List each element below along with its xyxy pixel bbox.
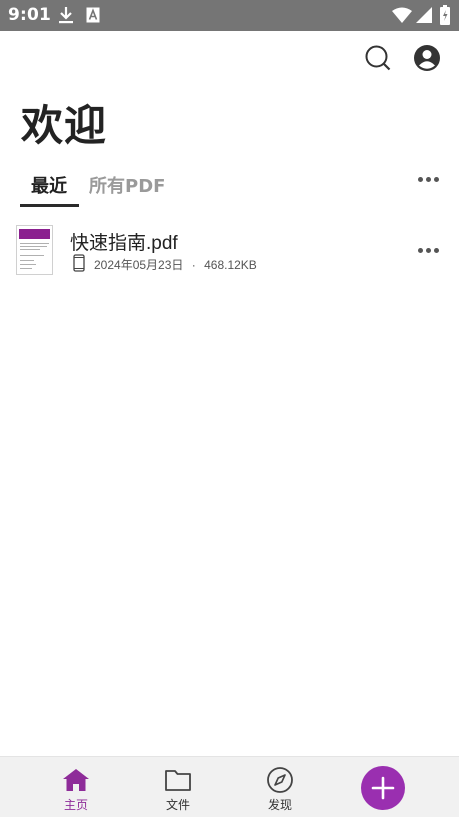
more-icon [426, 177, 431, 182]
more-icon [418, 248, 423, 253]
more-icon [434, 177, 439, 182]
plus-icon [361, 776, 405, 814]
meta-separator: · [191, 258, 196, 272]
more-icon [418, 177, 423, 182]
search-button[interactable] [362, 42, 394, 74]
file-more-button[interactable] [418, 247, 440, 255]
file-date: 2024年05月23日 [94, 258, 184, 272]
tab-recent[interactable]: 最近 [31, 172, 67, 198]
tab-all-pdf[interactable]: 所有PDF [89, 172, 165, 198]
phone-icon [73, 254, 85, 276]
wifi-icon [392, 7, 412, 27]
search-icon [362, 45, 394, 78]
folder-icon [163, 766, 193, 794]
signal-icon [416, 7, 432, 27]
file-size: 468.12KB [204, 258, 257, 272]
battery-charging-icon [440, 5, 450, 29]
nav-item-home[interactable]: 主页 [46, 757, 106, 817]
file-list-item[interactable]: 快速指南.pdf 2024年05月23日 · 468.12KB [0, 222, 459, 280]
download-icon [58, 6, 74, 28]
home-icon [61, 766, 91, 794]
active-tab-indicator [20, 204, 79, 207]
text-a-icon [86, 7, 100, 27]
account-button[interactable] [411, 42, 443, 74]
file-meta: 2024年05月23日 · 468.12KB [94, 256, 257, 273]
file-name: 快速指南.pdf [70, 233, 178, 254]
nav-label-files: 文件 [165, 798, 190, 812]
more-icon [426, 248, 431, 253]
nav-item-files[interactable]: 文件 [148, 757, 208, 817]
account-icon [411, 45, 443, 78]
status-bar: 9:01 [0, 0, 459, 31]
nav-item-discover[interactable]: 发现 [250, 757, 310, 817]
nav-label-discover: 发现 [267, 798, 292, 812]
tabs-more-button[interactable] [418, 176, 440, 184]
more-icon [434, 248, 439, 253]
nav-label-home: 主页 [63, 798, 88, 812]
compass-icon [265, 766, 295, 794]
pdf-thumbnail [16, 225, 53, 275]
status-time: 9:01 [8, 5, 52, 25]
create-button[interactable] [361, 766, 405, 810]
bottom-navigation: 主页 文件 发现 [0, 756, 459, 817]
page-title: 欢迎 [21, 101, 108, 150]
